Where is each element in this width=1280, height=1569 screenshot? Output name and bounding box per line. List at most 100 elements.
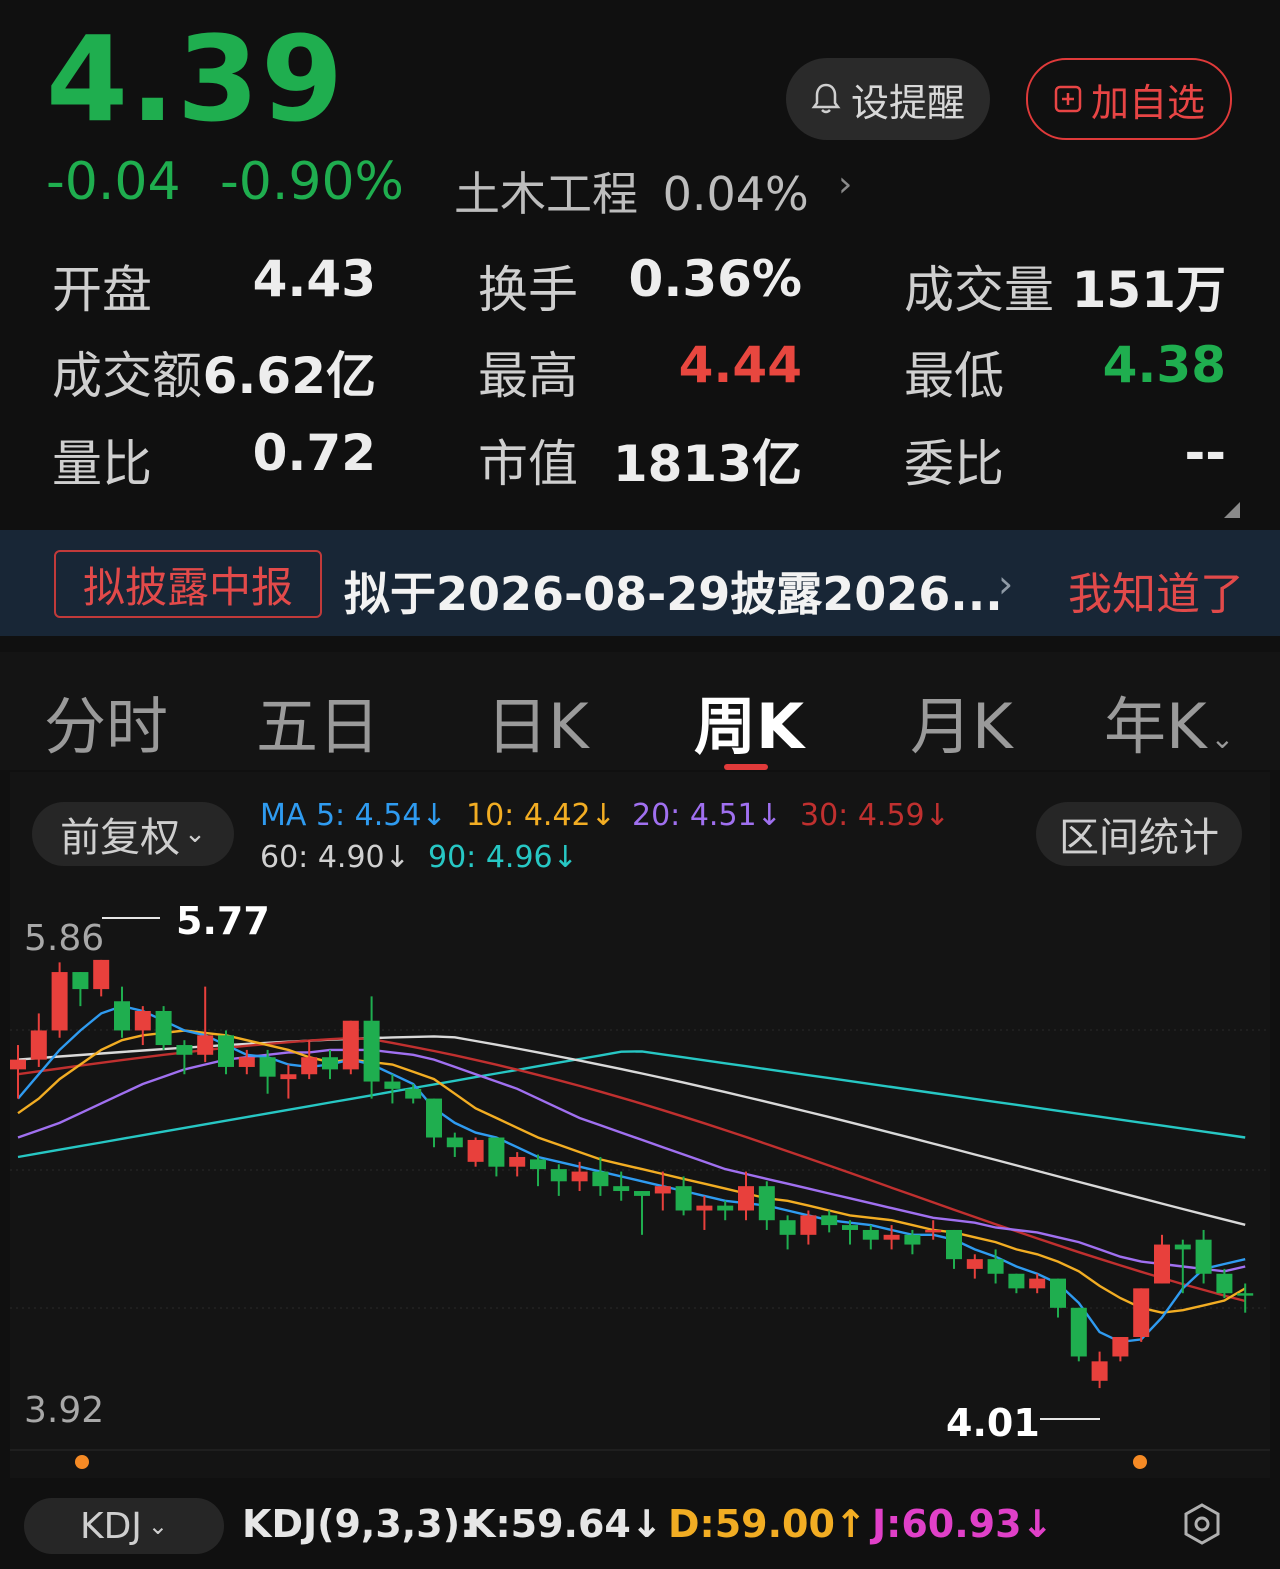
candle-body: [405, 1088, 422, 1099]
candle-body: [1029, 1278, 1046, 1289]
bell-icon: [811, 83, 841, 114]
stat-label: 换手: [478, 261, 578, 319]
high-marker-label: 5.77: [176, 899, 270, 943]
ma90-label: 90: 4.96↓: [428, 840, 578, 875]
active-tab-indicator: [724, 764, 768, 770]
candle-body: [571, 1171, 588, 1182]
y-axis-bottom-label: 3.92: [24, 1390, 104, 1431]
candle-body: [1237, 1293, 1254, 1296]
sector-name: 土木工程: [454, 167, 638, 221]
tab-weekly-k[interactable]: 周K: [694, 676, 804, 766]
candle-body: [30, 1030, 47, 1060]
ma10-label: 10: 4.42↓: [466, 798, 616, 833]
candle-body: [467, 1139, 484, 1162]
kline-chart[interactable]: 5.86 3.92 5.77 4.01: [0, 880, 1280, 1480]
ma20-line: [17, 1048, 1246, 1273]
candle-body: [925, 1229, 942, 1233]
chevron-right-icon[interactable]: ›: [838, 164, 852, 205]
ma20-label: 20: 4.51↓: [632, 798, 782, 833]
candle-body: [613, 1186, 630, 1192]
stat-value: 0.72: [252, 424, 376, 482]
range-stats-button[interactable]: 区间统计: [1036, 802, 1242, 866]
candle-body: [530, 1159, 546, 1170]
tab-monthly-k[interactable]: 月K: [910, 676, 1013, 766]
candle-body: [426, 1098, 442, 1138]
candle-body: [675, 1186, 692, 1211]
set-alert-button[interactable]: 设提醒: [786, 58, 990, 140]
candle-body: [966, 1259, 983, 1269]
stat-value: 0.36%: [628, 250, 802, 308]
stat-value: 6.62亿: [202, 347, 376, 405]
candle-body: [197, 1035, 214, 1055]
expand-corner-icon[interactable]: [1224, 502, 1240, 518]
candle-body: [1070, 1307, 1087, 1357]
adjust-selector[interactable]: 前复权 ⌄: [32, 802, 234, 866]
candle-body: [946, 1229, 962, 1260]
kdj-k: K:59.64↓: [466, 1502, 663, 1546]
sector-pct: 0.04%: [662, 167, 809, 221]
candle-body: [821, 1215, 838, 1226]
price-change-pct: -0.90%: [220, 152, 404, 212]
candle-body: [779, 1220, 796, 1235]
ma10-line: [17, 1029, 1246, 1314]
chevron-right-icon[interactable]: ›: [998, 562, 1013, 606]
candle-body: [717, 1205, 734, 1211]
chevron-down-icon: ⌄: [147, 1512, 169, 1540]
settings-hexagon-icon[interactable]: [1182, 1502, 1222, 1550]
candle-body: [862, 1229, 879, 1240]
candle-body: [155, 1010, 172, 1046]
candle-body: [883, 1234, 900, 1240]
candle-body: [488, 1137, 505, 1167]
stat-value: --: [1184, 424, 1226, 482]
adjust-label: 前复权: [60, 815, 181, 861]
stat-label: 最高: [478, 347, 578, 405]
indicator-selector-label: KDJ: [79, 1505, 142, 1547]
tab-yearly-k[interactable]: 年K ⌄: [1104, 676, 1234, 766]
candle-body: [842, 1225, 858, 1230]
candle-body: [322, 1057, 338, 1070]
candle-body: [301, 1057, 318, 1075]
candle-body: [634, 1191, 650, 1196]
sector-info[interactable]: 土木工程 0.04%: [454, 158, 809, 224]
stat-value: 151万: [1071, 261, 1226, 319]
candle-body: [550, 1169, 567, 1182]
ma30-label: 30: 4.59↓: [800, 798, 950, 833]
candle-body: [509, 1156, 526, 1167]
candle-body: [176, 1045, 193, 1055]
candle-body: [696, 1205, 713, 1211]
stat-label: 成交额: [52, 347, 202, 405]
candle-body: [280, 1074, 297, 1080]
tab-five-day[interactable]: 五日: [256, 676, 380, 766]
dismiss-notice-button[interactable]: 我知道了: [1068, 558, 1244, 622]
candle-body: [1216, 1273, 1233, 1294]
kdj-j: J:60.93↓: [872, 1502, 1054, 1546]
stat-label: 市值: [478, 435, 578, 493]
candle-body: [259, 1057, 276, 1077]
period-tabs: [0, 652, 1280, 770]
candle-body: [1112, 1337, 1129, 1357]
ma5-label: MA 5: 4.54↓: [260, 798, 447, 833]
plus-box-icon: [1054, 85, 1082, 113]
current-price: 4.39: [46, 10, 346, 148]
ma60-label: 60: 4.90↓: [260, 840, 410, 875]
candle-body: [1091, 1361, 1108, 1381]
candle-body: [342, 1020, 359, 1070]
notice-text[interactable]: 拟于2026-08-29披露2026...: [344, 558, 1003, 624]
candle-body: [592, 1171, 609, 1187]
tab-yearly-k-label: 年K: [1104, 690, 1207, 763]
candle-body: [1174, 1244, 1191, 1250]
tab-intraday[interactable]: 分时: [44, 676, 168, 766]
stat-value: 4.44: [678, 336, 802, 394]
candle-body: [758, 1186, 775, 1221]
set-alert-label: 设提醒: [850, 80, 965, 125]
stat-value: 1813亿: [612, 435, 802, 493]
candle-body: [72, 972, 89, 990]
add-watchlist-button[interactable]: 加自选: [1026, 58, 1232, 140]
indicator-selector[interactable]: KDJ ⌄: [24, 1498, 224, 1554]
candle-body: [1050, 1278, 1066, 1308]
candle-body: [238, 1057, 255, 1067]
candle-body: [218, 1035, 234, 1067]
stat-label: 量比: [52, 435, 152, 493]
ma90-line: [17, 1050, 1246, 1159]
tab-daily-k[interactable]: 日K: [486, 676, 589, 766]
